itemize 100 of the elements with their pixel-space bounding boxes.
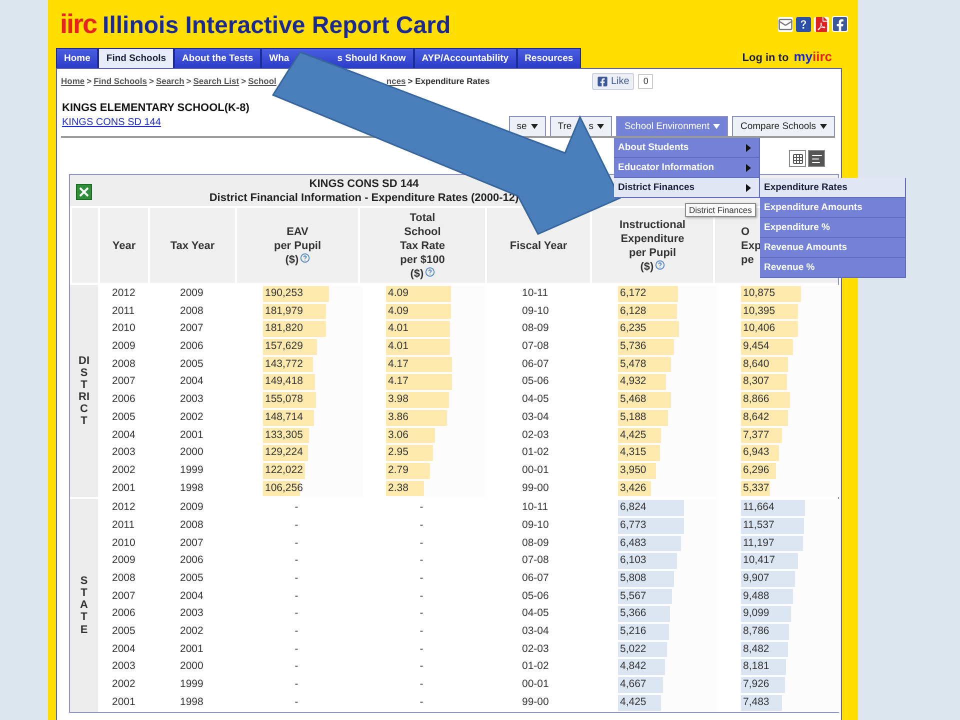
caret-icon bbox=[713, 124, 720, 129]
breadcrumb-link[interactable]: Search bbox=[156, 76, 184, 86]
table-cell-text: 8,181 bbox=[743, 659, 770, 674]
table-cell-text: - bbox=[418, 642, 424, 657]
table-cell-text: 9,454 bbox=[743, 339, 770, 354]
help-icon[interactable] bbox=[424, 266, 435, 276]
table-cell-text: 2004 bbox=[179, 374, 204, 390]
table-cell-text: 06-07 bbox=[521, 356, 550, 372]
table-cell-text: - bbox=[294, 606, 300, 622]
caret-icon bbox=[530, 124, 538, 129]
table-cell-text: 04-05 bbox=[521, 606, 550, 622]
table-cell-text: - bbox=[294, 553, 300, 568]
table-cell-text: 6,103 bbox=[620, 553, 646, 568]
table-cell-text: 2008 bbox=[111, 571, 136, 586]
table-cell-text: 181,820 bbox=[265, 321, 303, 336]
table-cell-text: 09-10 bbox=[521, 518, 550, 533]
breadcrumb-link[interactable]: nces bbox=[386, 76, 406, 86]
table-cell-text: 5,468 bbox=[620, 392, 646, 408]
table-cell-text: 2003 bbox=[179, 392, 204, 408]
breadcrumb-link[interactable]: Search List bbox=[193, 76, 240, 86]
table-cell-text: - bbox=[294, 624, 300, 640]
table-cell-text: - bbox=[418, 571, 424, 586]
mail-icon[interactable] bbox=[778, 16, 793, 32]
table-cell-text: 7,377 bbox=[743, 428, 770, 442]
table-cell-text: 2003 bbox=[179, 606, 204, 622]
caret-icon bbox=[597, 124, 604, 129]
table-cell-text: 11,197 bbox=[743, 536, 774, 551]
breadcrumb-link[interactable]: Home bbox=[61, 76, 85, 86]
table-cell-text: - bbox=[294, 588, 300, 604]
menu-item[interactable]: District Finances bbox=[614, 178, 760, 198]
table-cell-text: 99-00 bbox=[521, 480, 550, 496]
table-cell-text: 2001 bbox=[179, 428, 204, 442]
table-cell-text: - bbox=[418, 500, 424, 516]
login-link[interactable]: myiirc bbox=[794, 49, 832, 64]
nav-tab[interactable]: AYP/Accountability bbox=[414, 48, 517, 68]
help-icon[interactable] bbox=[300, 252, 310, 262]
nav-tab[interactable]: About the Tests bbox=[174, 48, 262, 68]
section-button[interactable]: Compare Schools bbox=[732, 116, 835, 136]
excel-icon[interactable] bbox=[76, 184, 92, 200]
table-cell-text: 181,979 bbox=[265, 304, 303, 319]
table-cell-text: 6,128 bbox=[620, 304, 646, 319]
table-cell-text: 2012 bbox=[111, 500, 136, 516]
table-cell-text: 10,406 bbox=[743, 321, 776, 336]
table-cell-text: 9,488 bbox=[743, 588, 770, 604]
table-cell-text: 6,296 bbox=[743, 462, 770, 478]
menu-item[interactable]: About Students bbox=[614, 138, 760, 158]
breadcrumb-link[interactable]: Find Schools bbox=[94, 76, 147, 86]
table-cell-text: 4,842 bbox=[620, 659, 646, 674]
menu-item[interactable]: Educator Information bbox=[614, 158, 760, 178]
column-heading: Fiscal Year bbox=[510, 238, 568, 252]
district-link[interactable]: KINGS CONS SD 144 bbox=[62, 117, 250, 128]
grid-view-icon[interactable] bbox=[789, 150, 806, 167]
help-icon[interactable] bbox=[654, 260, 665, 270]
table-cell-text: 2001 bbox=[111, 694, 136, 710]
section-button[interactable]: School Environment bbox=[616, 116, 728, 136]
section-button[interactable]: se bbox=[508, 116, 546, 136]
table-cell-text: 155,078 bbox=[265, 392, 303, 408]
table-cell-text: 05-06 bbox=[521, 588, 550, 604]
facebook-icon[interactable] bbox=[832, 16, 848, 32]
table-cell-text: 05-06 bbox=[521, 374, 550, 390]
group-label: DISTRICT bbox=[78, 354, 90, 428]
table-cell-text: 4.17 bbox=[388, 374, 408, 390]
submenu-item[interactable]: Revenue % bbox=[760, 258, 906, 278]
table-cell-text: 5,808 bbox=[620, 571, 646, 586]
nav-tab[interactable]: Resources bbox=[516, 48, 582, 68]
submenu-arrow-icon bbox=[746, 184, 751, 192]
table-cell-text: 2010 bbox=[111, 321, 136, 336]
submenu-item[interactable]: Expenditure % bbox=[760, 218, 906, 238]
column-heading: per Pupil bbox=[628, 246, 676, 260]
table-cell-text: 2007 bbox=[111, 588, 136, 604]
help-icon[interactable] bbox=[796, 16, 811, 32]
breadcrumb-link[interactable]: School bbox=[248, 76, 276, 86]
like-button[interactable]: Like bbox=[592, 72, 634, 90]
table-cell-text: 8,786 bbox=[743, 624, 770, 640]
table-cell-text: 07-08 bbox=[521, 553, 550, 568]
submenu-item[interactable]: Expenditure Amounts bbox=[760, 198, 906, 218]
table-cell-text: - bbox=[418, 553, 424, 568]
table-cell-text: 2011 bbox=[111, 304, 136, 319]
submenu-item[interactable]: Revenue Amounts bbox=[760, 238, 906, 258]
table-cell-text: 129,224 bbox=[265, 445, 303, 460]
table-cell-text: 4,315 bbox=[620, 445, 646, 460]
table-cell-text: 6,235 bbox=[620, 321, 646, 336]
table-cell-text: 10,395 bbox=[743, 304, 776, 319]
table-cell-text: 3,950 bbox=[620, 462, 646, 478]
table-cell-text: 2004 bbox=[111, 642, 136, 657]
column-heading: ($) bbox=[410, 266, 424, 280]
nav-tab[interactable]: Home bbox=[56, 48, 98, 68]
table-cell-text: 2008 bbox=[179, 518, 204, 533]
like-count: 0 bbox=[638, 74, 654, 88]
column-heading: School bbox=[404, 224, 441, 238]
table-cell-text: 6,773 bbox=[620, 518, 646, 533]
nav-tab[interactable]: Find Schools bbox=[98, 48, 174, 68]
bar-view-icon[interactable] bbox=[808, 150, 825, 167]
table-cell-text: 3.06 bbox=[388, 428, 408, 442]
table-cell-text: 2004 bbox=[179, 588, 204, 604]
submenu-item[interactable]: Expenditure Rates bbox=[760, 178, 906, 198]
table-cell-text: 2009 bbox=[111, 339, 136, 354]
pdf-icon[interactable] bbox=[814, 16, 829, 32]
table-cell-text: 1998 bbox=[179, 480, 204, 496]
table-cell-text: 2003 bbox=[111, 445, 136, 460]
